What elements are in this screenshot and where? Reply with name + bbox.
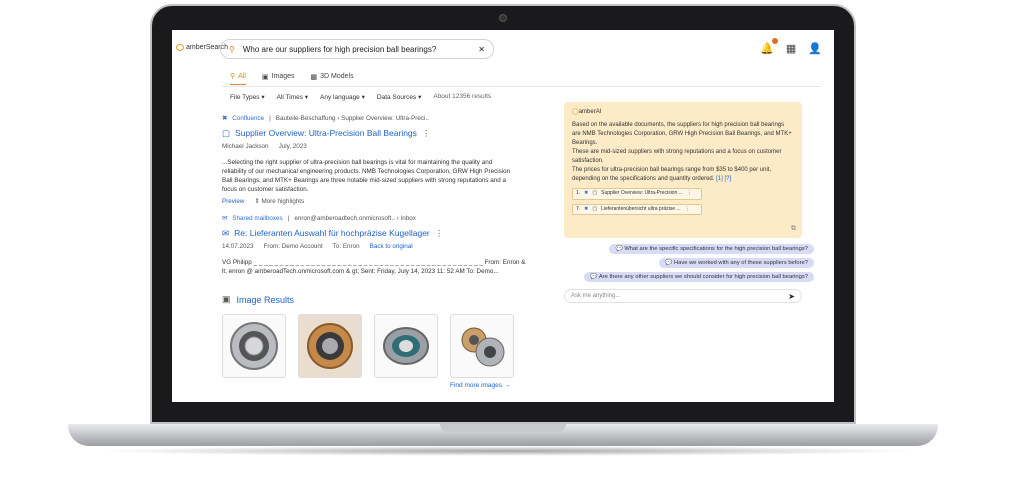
suggested-question[interactable]: 💬 Are there any other suppliers we shoul…	[584, 272, 814, 282]
tab-images[interactable]: ▣ Images	[262, 72, 295, 85]
screen: amberSearch ⚲ Who are our suppliers for …	[172, 30, 834, 402]
bearing-image	[461, 327, 505, 367]
result-snippet-line: lt; enron @ amberoadTech.onmicrosoft.com…	[222, 267, 499, 275]
laptop-lid: amberSearch ⚲ Who are our suppliers for …	[150, 4, 856, 424]
outlook-icon: ✉	[222, 215, 228, 222]
apps-grid-icon[interactable]: ▦	[786, 42, 796, 55]
source-path: Bauteile-Beschaffung › Supplier Overview…	[275, 115, 429, 122]
search-icon: ⚲	[230, 73, 236, 80]
more-highlights-link[interactable]: ⇕ More highlights	[254, 197, 304, 206]
camera-icon	[499, 14, 507, 22]
ask-ai-input[interactable]: Ask me anything... ➤	[564, 289, 802, 303]
to: Enron	[342, 243, 360, 251]
language-filter[interactable]: Any language ▾	[320, 93, 365, 101]
result-source: ✉ Shared mailboxes | enron@amberoadtech.…	[222, 214, 416, 223]
result-title[interactable]: ▢ Supplier Overview: Ultra-Precision Bal…	[222, 127, 518, 139]
laptop-shadow	[90, 446, 920, 456]
ai-answer-text: Based on the available documents, the su…	[572, 122, 792, 146]
amber-logo-icon	[176, 44, 184, 51]
image-icon: ▣	[222, 294, 231, 304]
user-profile-icon[interactable]: 👤	[808, 42, 822, 55]
more-options-icon[interactable]: ⋮	[687, 190, 692, 198]
more-options-icon[interactable]: ⋮	[422, 127, 431, 139]
more-options-icon[interactable]: ⋮	[685, 206, 690, 214]
result-meta: Michael Jackson July, 2023	[222, 142, 518, 151]
result-meta: 14.07.2023 From: Demo Account To: Enron …	[222, 242, 413, 251]
notification-bell-icon[interactable]: 🔔	[760, 38, 778, 55]
document-icon: ▢	[592, 190, 598, 196]
ai-answer-text: The prices for ultra-precision ball bear…	[572, 167, 772, 182]
divider	[222, 86, 820, 87]
all-times-filter[interactable]: All Times ▾	[277, 93, 308, 101]
confluence-icon: ✖	[584, 205, 589, 212]
image-thumbnail[interactable]	[222, 314, 286, 378]
copy-icon[interactable]: ⧉	[791, 224, 796, 235]
image-thumbnail[interactable]	[450, 314, 514, 378]
ai-answer-text: These are mid-sized suppliers with stron…	[572, 149, 782, 164]
source-path: enron@amberoadtech.onmicrosoft.. › Inbox	[294, 215, 416, 222]
data-sources-filter[interactable]: Data Sources ▾	[377, 93, 421, 101]
tab-all[interactable]: ⚲ All	[230, 72, 246, 85]
date: July, 2023	[278, 143, 307, 151]
back-to-original-link[interactable]: Back to original	[370, 242, 413, 251]
preview-link[interactable]: Preview	[222, 197, 244, 206]
find-more-images-link[interactable]: Find more images →	[450, 382, 510, 389]
reference-links[interactable]: [1] [?]	[716, 176, 731, 182]
result-actions: Preview ⇕ More highlights	[222, 197, 518, 206]
file-types-filter[interactable]: File Types ▾	[230, 93, 265, 101]
search-bar[interactable]: ⚲ Who are our suppliers for high precisi…	[220, 39, 494, 59]
more-options-icon[interactable]: ⋮	[435, 227, 444, 239]
send-icon[interactable]: ➤	[788, 292, 795, 301]
bearing-image	[230, 322, 278, 370]
citation-item[interactable]: 1. ✖ ▢ Supplier Overview: Ultra-Precisio…	[572, 188, 702, 200]
ai-answer-panel: ◯amberAI Based on the available document…	[564, 102, 802, 238]
document-icon: ▢	[592, 205, 598, 212]
image-thumbnail[interactable]	[374, 314, 438, 378]
notification-badge	[771, 38, 778, 44]
source-label[interactable]: Confluence	[232, 114, 264, 123]
confluence-icon: ✖	[584, 190, 589, 196]
bearing-image	[307, 323, 353, 369]
result-title[interactable]: ✉ Re: Lieferanten Auswahl für hochpräzis…	[222, 227, 552, 239]
suggested-question[interactable]: 💬 What are the specific specifications f…	[609, 244, 814, 254]
top-icons: 🔔 ▦ 👤	[760, 38, 822, 55]
search-input[interactable]: Who are our suppliers for high precision…	[243, 45, 470, 54]
suggested-question[interactable]: 💬 Have we worked with any of these suppl…	[659, 258, 814, 268]
from: Demo Account	[281, 243, 323, 251]
search-icon: ⚲	[229, 44, 235, 54]
result-snippet-line: VG Philipp _ _ _ _ _ _ _ _ _ _ _ _ _ _ _…	[222, 258, 526, 266]
date: 14.07.2023	[222, 243, 254, 251]
result-count: About 12356 results	[433, 93, 492, 100]
clear-icon[interactable]: ✕	[478, 45, 485, 54]
amberai-logo: ◯amberAI	[572, 109, 602, 115]
tab-3d-models[interactable]: ▩ 3D Models	[311, 72, 354, 85]
search-tabs: ⚲ All ▣ Images ▩ 3D Models	[230, 72, 354, 85]
image-results-row	[222, 314, 514, 378]
confluence-icon: ✖	[222, 115, 228, 122]
citation-item[interactable]: 7. ✖ ▢ Lieferantenübersicht ultra präzis…	[572, 203, 702, 215]
laptop-notch	[440, 424, 566, 432]
bearing-image	[383, 327, 429, 365]
source-label[interactable]: Shared mailboxes	[232, 214, 282, 223]
mail-icon: ✉	[222, 228, 230, 239]
result-snippet: ...Selecting the right supplier of ultra…	[222, 158, 511, 193]
result-source: ✖ Confluence | Bauteile-Beschaffung › Su…	[222, 114, 429, 123]
document-icon: ▢	[222, 128, 231, 139]
search-result: ✖ Confluence | Bauteile-Beschaffung › Su…	[222, 114, 518, 206]
filter-bar: File Types ▾ All Times ▾ Any language ▾ …	[230, 93, 491, 101]
author: Michael Jackson	[222, 143, 269, 151]
image-results-heading: ▣ Image Results	[222, 294, 295, 305]
laptop-base	[68, 424, 938, 446]
cube-icon: ▩	[310, 73, 318, 81]
search-result: ✉ Shared mailboxes | enron@amberoadtech.…	[222, 214, 552, 276]
image-icon: ▣	[261, 73, 269, 81]
image-thumbnail[interactable]	[298, 314, 362, 378]
